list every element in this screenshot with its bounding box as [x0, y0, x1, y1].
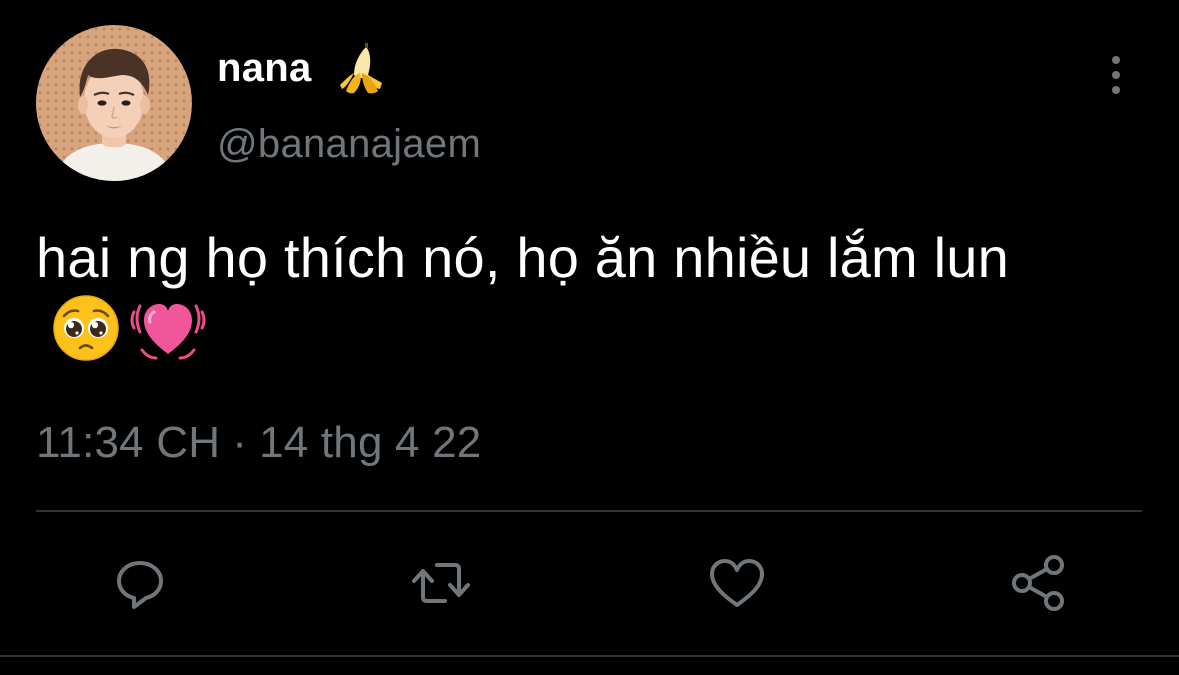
timestamp[interactable]: 11:34 CH · 14 thg 4 22 [36, 418, 481, 468]
tweet-date: 14 thg 4 22 [259, 418, 482, 467]
separator: · [232, 418, 248, 467]
author-handle[interactable]: @bananajaem [217, 122, 481, 167]
divider [36, 510, 1142, 512]
banana-emoji-icon [332, 39, 390, 97]
dot [1112, 56, 1120, 64]
author-name-row: nana [217, 38, 390, 98]
tweet-text: hai ng họ thích nó, họ ăn nhiều lắm lun [36, 218, 1136, 391]
tweet: nana @bananajaem hai ng họ thích nó, họ … [0, 0, 1179, 675]
like-button[interactable] [702, 548, 772, 618]
reply-icon [117, 561, 163, 609]
tweet-body: hai ng họ thích nó, họ ăn nhiều lắm lun [36, 226, 1009, 289]
retweet-icon [412, 563, 470, 603]
display-name[interactable]: nana [217, 46, 312, 91]
share-button[interactable] [1003, 548, 1073, 618]
dot [1112, 71, 1120, 79]
bottom-divider [0, 655, 1179, 657]
more-options-icon[interactable] [1098, 52, 1134, 98]
retweet-button[interactable] [406, 548, 476, 618]
share-icon [1012, 555, 1064, 611]
avatar[interactable] [36, 25, 192, 181]
pleading-face-emoji-icon [50, 292, 122, 385]
tweet-actions [0, 548, 1179, 618]
heart-icon [710, 559, 764, 607]
beating-heart-emoji-icon [128, 292, 208, 385]
reply-button[interactable] [105, 548, 175, 618]
tweet-emojis [50, 292, 208, 385]
tweet-time: 11:34 CH [36, 418, 221, 467]
dot [1112, 86, 1120, 94]
